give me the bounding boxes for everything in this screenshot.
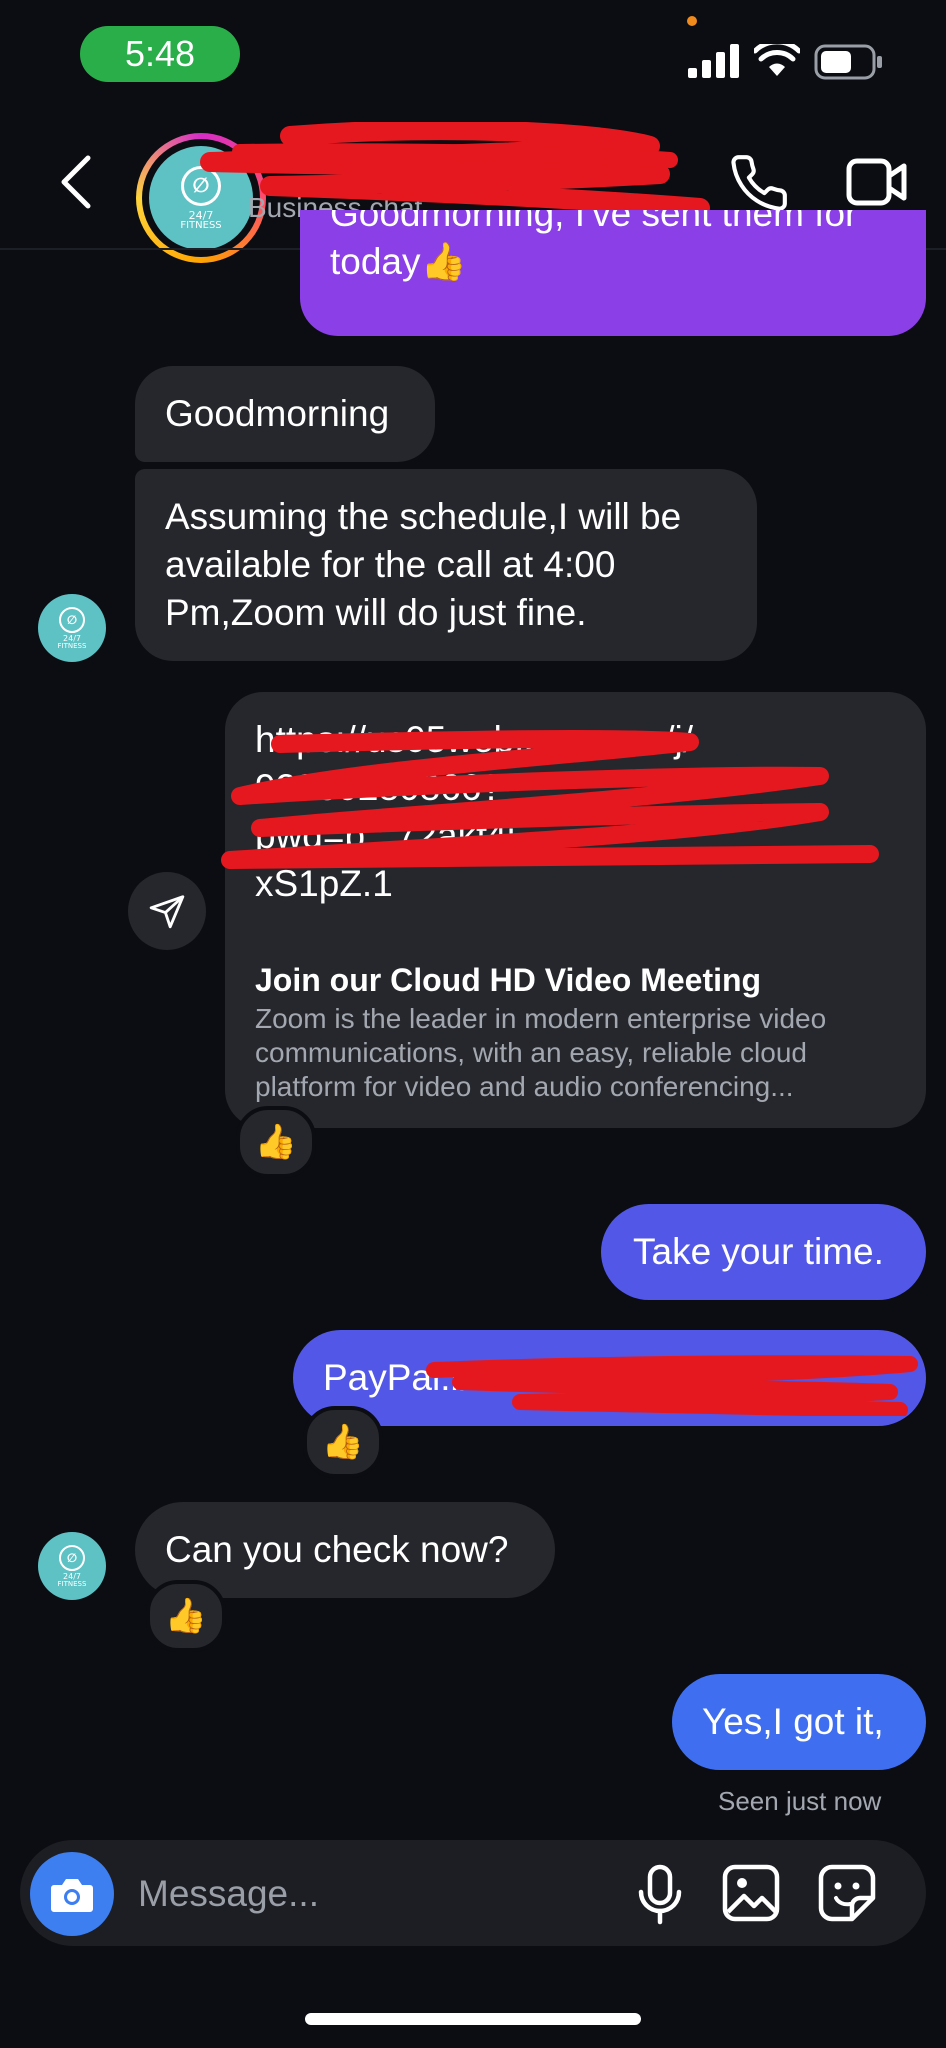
reaction-badge[interactable]: 👍 (146, 1580, 226, 1652)
camera-button[interactable] (30, 1852, 114, 1936)
seen-status: Seen just now (718, 1786, 882, 1816)
redaction-mark (221, 729, 879, 869)
message-text: today👍 (330, 241, 467, 282)
redaction-mark (200, 122, 710, 212)
message-bubble-incoming[interactable]: Goodmorning (135, 366, 435, 462)
message-bubble-outgoing[interactable]: Goodmorning, I've sent them for today👍 (300, 210, 926, 336)
status-time: 5:48 (80, 26, 240, 82)
sticker-icon[interactable] (818, 1864, 876, 1922)
home-indicator[interactable] (305, 2013, 641, 2025)
redaction-mark (426, 1355, 918, 1416)
reaction-badge[interactable]: 👍 (236, 1106, 316, 1178)
wifi-icon (754, 44, 800, 76)
sender-avatar[interactable]: ∅ 24/7 FITNESS (38, 1532, 106, 1600)
paper-plane-icon (149, 895, 185, 929)
microphone-icon[interactable] (636, 1864, 684, 1926)
signal-icon (688, 44, 739, 78)
share-button[interactable] (128, 872, 206, 950)
battery-icon (814, 44, 882, 80)
sender-avatar[interactable]: ∅ 24/7 FITNESS (38, 594, 106, 662)
message-text: Assuming the schedule,I will be (165, 496, 682, 537)
link-preview-description: Zoom is the leader in modern enterprise … (255, 1003, 827, 1102)
message-bubble-incoming[interactable]: Assuming the schedule,I will be availabl… (135, 469, 757, 661)
message-text: Pm,Zoom will do just fine. (165, 592, 587, 633)
message-text: Take your time. (633, 1231, 884, 1272)
camera-icon (51, 1879, 93, 1912)
message-text: Goodmorning, I've sent them for (330, 210, 858, 234)
link-preview-title: Join our Cloud HD Video Meeting (255, 962, 762, 998)
message-text: Can you check now? (165, 1529, 509, 1570)
message-text: available for the call at 4:00 (165, 544, 616, 585)
reaction-badge[interactable]: 👍 (303, 1406, 383, 1478)
message-text: Goodmorning (165, 393, 390, 434)
back-arrow-icon[interactable] (56, 152, 96, 212)
message-text: Yes,I got it, (702, 1701, 884, 1742)
phone-call-icon[interactable] (728, 152, 790, 214)
message-bubble-outgoing[interactable]: Yes,I got it, (672, 1674, 926, 1770)
privacy-indicator-dot (687, 16, 697, 26)
gallery-icon[interactable] (722, 1864, 780, 1922)
video-call-icon[interactable] (846, 156, 908, 208)
message-bubble-outgoing[interactable]: Take your time. (601, 1204, 926, 1300)
message-input[interactable] (136, 1862, 620, 1926)
